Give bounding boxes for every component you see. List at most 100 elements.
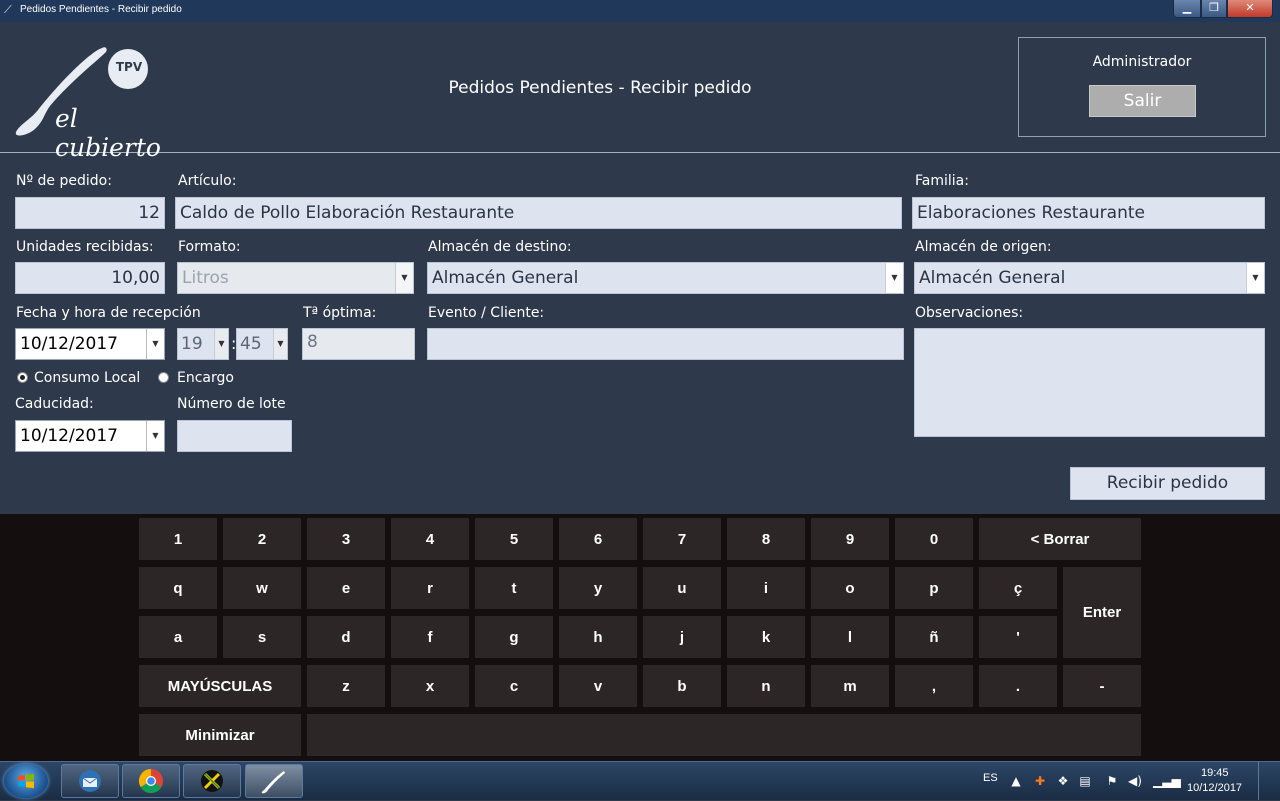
key-i[interactable]: i xyxy=(727,567,805,609)
key-hyphen[interactable]: - xyxy=(1063,665,1141,707)
chevron-down-icon[interactable]: ▼ xyxy=(1246,263,1264,293)
logo-badge: TPV xyxy=(115,60,143,74)
key-b[interactable]: b xyxy=(643,665,721,707)
key-7[interactable]: 7 xyxy=(643,518,721,560)
minimize-window-button[interactable]: ▁ xyxy=(1173,0,1201,18)
space-key[interactable] xyxy=(307,714,1141,756)
taskbar-chrome[interactable] xyxy=(122,764,180,798)
origin-store-select[interactable]: Almacén General ▼ xyxy=(914,262,1265,294)
key-x[interactable]: x xyxy=(391,665,469,707)
windows-logo-icon xyxy=(18,773,34,789)
units-field[interactable]: 10,00 xyxy=(15,262,165,294)
key-0[interactable]: 0 xyxy=(895,518,973,560)
key-9[interactable]: 9 xyxy=(811,518,889,560)
key-c-cedilla[interactable]: ç xyxy=(979,567,1057,609)
dropbox-icon[interactable]: ❖ xyxy=(1056,774,1070,788)
taskbar-el-cubierto[interactable] xyxy=(245,764,303,798)
key-n-tilde[interactable]: ñ xyxy=(895,616,973,658)
action-center-flag-icon[interactable]: ⚑ xyxy=(1105,774,1119,788)
tray-app-icon[interactable]: ✚ xyxy=(1033,774,1047,788)
key-l[interactable]: l xyxy=(811,616,889,658)
format-select[interactable]: Litros ▼ xyxy=(177,262,414,294)
key-k[interactable]: k xyxy=(727,616,805,658)
close-window-button[interactable]: ✕ xyxy=(1227,0,1273,18)
windows-taskbar: ES ▲ ✚ ❖ ▤ ⚑ ◀) ▁▃▅ 19:45 10/12/2017 xyxy=(0,761,1280,800)
language-indicator[interactable]: ES xyxy=(983,772,998,784)
show-desktop-button[interactable] xyxy=(1258,762,1280,800)
reception-hour-select[interactable]: 19 ▼ xyxy=(177,328,229,360)
window-title-bar[interactable]: ⟋ Pedidos Pendientes - Recibir pedido ▁ … xyxy=(0,0,1280,22)
taskbar-app[interactable] xyxy=(183,764,241,798)
key-w[interactable]: w xyxy=(223,567,301,609)
key-g[interactable]: g xyxy=(475,616,553,658)
key-8[interactable]: 8 xyxy=(727,518,805,560)
reception-minute-select[interactable]: 45 ▼ xyxy=(236,328,288,360)
origin-store-value: Almacén General xyxy=(919,268,1066,288)
key-v[interactable]: v xyxy=(559,665,637,707)
lot-field[interactable] xyxy=(177,420,292,452)
restore-window-button[interactable]: ❐ xyxy=(1201,0,1227,18)
key-r[interactable]: r xyxy=(391,567,469,609)
clock-time[interactable]: 19:45 xyxy=(1201,767,1229,779)
chevron-down-icon[interactable]: ▼ xyxy=(214,329,228,359)
key-s[interactable]: s xyxy=(223,616,301,658)
taskbar-thunderbird[interactable] xyxy=(61,764,119,798)
enter-key[interactable]: Enter xyxy=(1063,567,1141,658)
reception-date-picker[interactable]: 10/12/2017 ▼ xyxy=(15,328,165,360)
key-y[interactable]: y xyxy=(559,567,637,609)
start-button[interactable] xyxy=(4,764,48,798)
network-signal-icon[interactable]: ▁▃▅ xyxy=(1153,774,1181,788)
article-field[interactable]: Caldo de Pollo Elaboración Restaurante xyxy=(175,197,902,229)
chevron-down-icon[interactable]: ▼ xyxy=(146,329,164,359)
shift-key[interactable]: MAYÚSCULAS xyxy=(139,665,301,707)
logout-button[interactable]: Salir xyxy=(1089,85,1196,117)
chevron-down-icon[interactable]: ▼ xyxy=(146,421,164,451)
key-2[interactable]: 2 xyxy=(223,518,301,560)
consumo-local-label[interactable]: Consumo Local xyxy=(34,370,140,386)
key-e[interactable]: e xyxy=(307,567,385,609)
key-p[interactable]: p xyxy=(895,567,973,609)
key-apostrophe[interactable]: ' xyxy=(979,616,1057,658)
clock-date[interactable]: 10/12/2017 xyxy=(1187,782,1242,794)
key-d[interactable]: d xyxy=(307,616,385,658)
key-f[interactable]: f xyxy=(391,616,469,658)
expiry-date-picker[interactable]: 10/12/2017 ▼ xyxy=(15,420,165,452)
event-field[interactable] xyxy=(427,328,904,360)
key-period[interactable]: . xyxy=(979,665,1057,707)
dest-store-select[interactable]: Almacén General ▼ xyxy=(427,262,904,294)
show-hidden-icons-icon[interactable]: ▲ xyxy=(1009,774,1023,788)
volume-icon[interactable]: ◀) xyxy=(1128,774,1142,788)
order-no-field[interactable]: 12 xyxy=(15,197,165,229)
key-5[interactable]: 5 xyxy=(475,518,553,560)
observations-field[interactable] xyxy=(914,328,1265,437)
usb-device-icon[interactable]: ▤ xyxy=(1078,774,1092,788)
temperature-label: Tª óptima: xyxy=(303,305,377,321)
key-4[interactable]: 4 xyxy=(391,518,469,560)
family-field[interactable]: Elaboraciones Restaurante xyxy=(912,197,1265,229)
minimize-keyboard-key[interactable]: Minimizar xyxy=(139,714,301,756)
receive-order-button[interactable]: Recibir pedido xyxy=(1070,467,1265,500)
encargo-label[interactable]: Encargo xyxy=(177,370,234,386)
chevron-down-icon[interactable]: ▼ xyxy=(885,263,903,293)
key-o[interactable]: o xyxy=(811,567,889,609)
key-1[interactable]: 1 xyxy=(139,518,217,560)
key-c[interactable]: c xyxy=(475,665,553,707)
key-u[interactable]: u xyxy=(643,567,721,609)
key-j[interactable]: j xyxy=(643,616,721,658)
key-h[interactable]: h xyxy=(559,616,637,658)
encargo-radio[interactable] xyxy=(158,372,169,383)
chevron-down-icon[interactable]: ▼ xyxy=(273,329,287,359)
key-t[interactable]: t xyxy=(475,567,553,609)
key-q[interactable]: q xyxy=(139,567,217,609)
key-comma[interactable]: , xyxy=(895,665,973,707)
key-6[interactable]: 6 xyxy=(559,518,637,560)
key-3[interactable]: 3 xyxy=(307,518,385,560)
chevron-down-icon[interactable]: ▼ xyxy=(395,263,413,293)
backspace-key[interactable]: < Borrar xyxy=(979,518,1141,560)
key-z[interactable]: z xyxy=(307,665,385,707)
key-n[interactable]: n xyxy=(727,665,805,707)
key-a[interactable]: a xyxy=(139,616,217,658)
consumo-local-radio[interactable] xyxy=(17,372,28,383)
key-m[interactable]: m xyxy=(811,665,889,707)
temperature-field[interactable]: 8 xyxy=(302,328,415,360)
